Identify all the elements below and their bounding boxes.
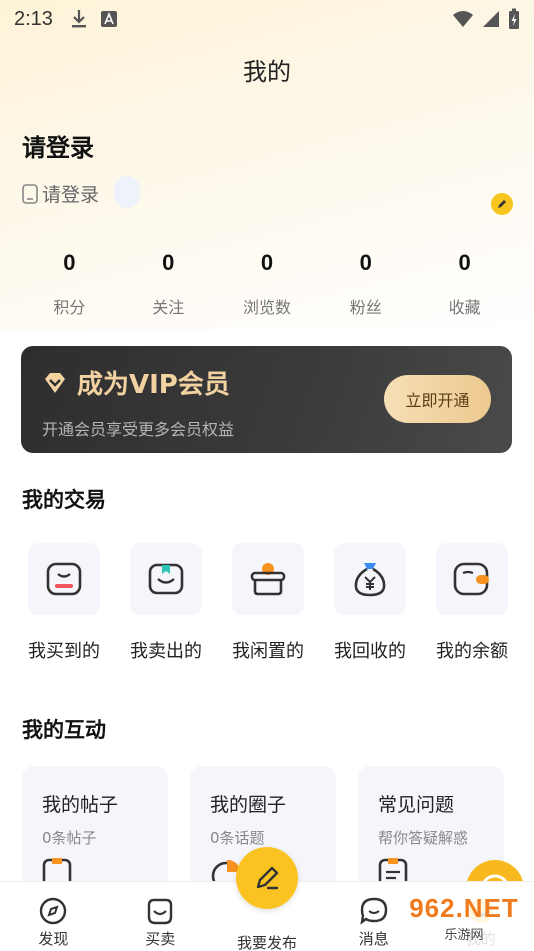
phone-icon — [22, 183, 38, 204]
login-subtitle: 请登录 — [42, 184, 100, 206]
trade-item-bought[interactable]: 我买到的 — [14, 543, 114, 663]
trade-label: 我回收的 — [334, 641, 406, 662]
stat-views[interactable]: 0 浏览数 — [218, 250, 317, 318]
stat-value: 0 — [63, 250, 76, 275]
tab-label: 我要发布 — [236, 934, 297, 951]
stat-favorites[interactable]: 0 收藏 — [415, 250, 514, 318]
status-bar: 2:13 — [0, 0, 534, 38]
trade-label: 我闲置的 — [232, 641, 304, 662]
vip-open-button[interactable]: 立即开通 — [384, 375, 491, 423]
trade-label: 我的余额 — [436, 641, 508, 662]
pencil-icon — [256, 866, 279, 890]
vip-title: 成为VIP会员 — [77, 370, 230, 400]
recycle-money-bag-icon — [354, 563, 386, 597]
interact-card-subtitle: 帮你答疑解惑 — [378, 829, 469, 847]
wifi-icon — [453, 11, 473, 27]
interact-card-title: 常见问题 — [378, 794, 455, 816]
battery-icon — [509, 8, 519, 29]
trade-item-sold[interactable]: 我卖出的 — [116, 543, 216, 663]
stat-label: 积分 — [53, 298, 86, 317]
wallet-icon — [453, 562, 489, 596]
publish-button[interactable] — [236, 847, 298, 909]
compass-icon — [40, 897, 67, 925]
interact-card-title: 我的帖子 — [42, 794, 119, 816]
interact-card-subtitle: 0条话题 — [210, 829, 265, 847]
stat-label: 浏览数 — [242, 298, 291, 317]
trade-item-recycled[interactable]: 我回收的 — [320, 543, 420, 663]
tab-label: 消息 — [358, 930, 389, 948]
login-title[interactable]: 请登录 — [22, 128, 94, 163]
idle-basket-icon — [250, 563, 286, 596]
trade-item-balance[interactable]: 我的余额 — [422, 543, 522, 663]
watermark-logo: 962.NET — [409, 893, 519, 923]
trade-label: 我买到的 — [28, 641, 100, 662]
site-watermark: 962.NET 乐游网 — [398, 890, 530, 946]
trade-section-title: 我的交易 — [22, 488, 106, 512]
level-badge — [114, 176, 140, 208]
stat-label: 关注 — [152, 298, 185, 317]
login-subtitle-row[interactable]: 请登录 — [22, 180, 99, 207]
signal-icon — [483, 11, 499, 27]
tab-label: 买卖 — [145, 930, 176, 948]
interact-section-title: 我的互动 — [22, 718, 106, 742]
trade-row: 我买到的 我卖出的 我闲置的 我回收的 我的余额 — [14, 543, 522, 663]
stat-value: 0 — [458, 250, 471, 275]
trade-label: 我卖出的 — [130, 641, 202, 662]
bought-bag-icon — [46, 562, 82, 596]
download-icon — [71, 10, 86, 28]
stats-row: 0 积分 0 关注 0 浏览数 0 粉丝 0 收藏 — [20, 250, 514, 318]
status-time: 2:13 — [14, 7, 53, 30]
interact-card-title: 我的圈子 — [210, 794, 287, 816]
chat-icon — [360, 897, 387, 925]
pencil-icon — [498, 200, 506, 208]
tab-discover[interactable]: 发现 — [0, 882, 107, 951]
stat-label: 粉丝 — [349, 298, 382, 317]
watermark-site-name: 乐游网 — [444, 928, 484, 943]
tab-trade[interactable]: 买卖 — [107, 882, 214, 951]
stat-value: 0 — [260, 250, 274, 275]
stat-value: 0 — [359, 250, 372, 275]
interact-card-subtitle: 0条帖子 — [42, 829, 97, 847]
vip-diamond-icon — [45, 372, 65, 393]
vip-card[interactable]: 成为VIP会员 开通会员享受更多会员权益 立即开通 — [21, 346, 512, 453]
page-title: 我的 — [243, 58, 291, 86]
sold-box-icon — [148, 563, 184, 595]
text-a-icon — [100, 11, 117, 27]
edit-profile-button[interactable] — [491, 193, 513, 215]
stat-points[interactable]: 0 积分 — [20, 250, 119, 318]
vip-description: 开通会员享受更多会员权益 — [42, 420, 235, 439]
trade-item-idle[interactable]: 我闲置的 — [218, 543, 318, 663]
stat-value: 0 — [162, 250, 175, 275]
stat-following[interactable]: 0 关注 — [119, 250, 218, 318]
tab-label: 发现 — [38, 930, 69, 948]
bag-icon — [147, 898, 173, 925]
interact-card-posts[interactable]: 我的帖子 0条帖子 — [22, 766, 168, 896]
vip-title-row: 成为VIP会员 — [43, 364, 230, 401]
stat-fans[interactable]: 0 粉丝 — [316, 250, 415, 318]
stat-label: 收藏 — [448, 298, 481, 317]
